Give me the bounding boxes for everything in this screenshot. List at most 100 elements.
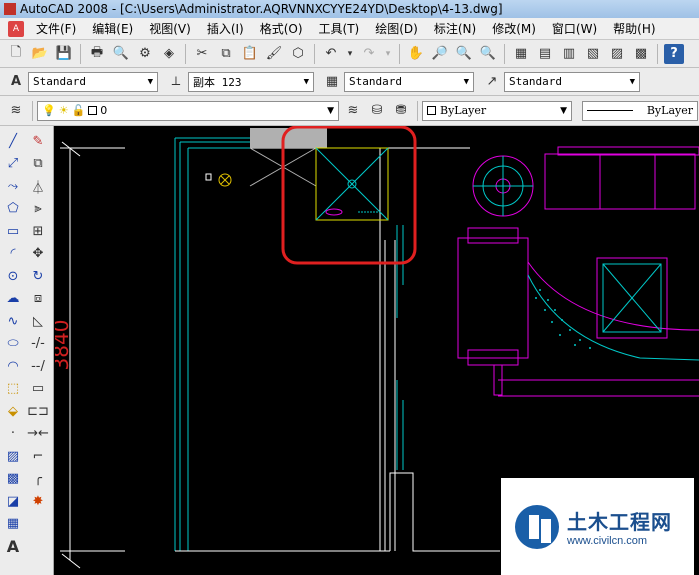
dim-style-value: 副本 123 — [193, 75, 242, 89]
break-at-point-icon[interactable]: ▭ — [27, 378, 49, 400]
ellipse-arc-icon[interactable]: ◠ — [2, 355, 24, 377]
help-icon[interactable]: ? — [664, 43, 684, 64]
circle-icon[interactable]: ⊙ — [2, 265, 24, 287]
linetype-value: ByLayer — [646, 104, 693, 117]
layer-state-icon[interactable]: ⛃ — [391, 101, 411, 121]
cut-icon[interactable]: ✂ — [192, 44, 212, 64]
tool-palettes-icon[interactable]: ▥ — [559, 44, 579, 64]
menu-draw[interactable]: 绘图(D) — [367, 20, 426, 37]
3d-dwf-icon[interactable]: ◈ — [159, 44, 179, 64]
color-combo[interactable]: ByLayer ▼ — [422, 100, 572, 121]
polygon-icon[interactable]: ⬠ — [2, 198, 24, 220]
layer-previous-icon[interactable]: ⛁ — [367, 101, 387, 121]
redo-dropdown-icon[interactable]: ▾ — [383, 44, 393, 64]
redo-icon[interactable]: ↷ — [359, 44, 379, 64]
zoom-previous-icon[interactable]: 🔍 — [478, 44, 498, 64]
move-icon[interactable]: ✥ — [27, 243, 49, 265]
new-icon[interactable]: 🗋 — [6, 44, 26, 64]
join-icon[interactable]: →← — [27, 423, 49, 445]
point-icon[interactable]: · — [2, 423, 24, 445]
markup-icon[interactable]: ▨ — [607, 44, 627, 64]
region-icon[interactable]: ◪ — [2, 490, 24, 512]
rectangle-icon[interactable]: ▭ — [2, 220, 24, 242]
block-editor-icon[interactable]: ⬡ — [288, 44, 308, 64]
menu-window[interactable]: 窗口(W) — [544, 20, 605, 37]
mirror-icon[interactable]: ⏃ — [27, 175, 49, 197]
open-icon[interactable]: 📂 — [30, 44, 50, 64]
make-block-icon[interactable]: ⬙ — [2, 400, 24, 422]
construction-line-icon[interactable]: ⤢ — [2, 153, 24, 175]
chevron-down-icon: ▼ — [629, 76, 635, 87]
rug-dots — [535, 289, 591, 349]
cabinet-block — [249, 147, 389, 221]
table-icon[interactable]: ▦ — [2, 513, 24, 535]
chamfer-icon[interactable]: ⌐ — [27, 445, 49, 467]
menu-help[interactable]: 帮助(H) — [605, 20, 663, 37]
calculator-icon[interactable]: ▩ — [631, 44, 651, 64]
menu-file[interactable]: 文件(F) — [28, 20, 84, 37]
text-style-value: Standard — [33, 75, 86, 88]
pan-icon[interactable]: ✋ — [406, 44, 426, 64]
menu-format[interactable]: 格式(O) — [252, 20, 311, 37]
trim-icon[interactable]: -/- — [27, 333, 49, 355]
multileader-style-icon[interactable]: ↗ — [482, 72, 502, 92]
polyline-icon[interactable]: ⤳ — [2, 175, 24, 197]
zoom-realtime-icon[interactable]: 🔎 — [430, 44, 450, 64]
save-icon[interactable]: 💾 — [54, 44, 74, 64]
multileader-style-combo[interactable]: Standard ▼ — [504, 71, 640, 92]
undo-dropdown-icon[interactable]: ▾ — [345, 44, 355, 64]
dim-style-combo[interactable]: 副本 123 ▼ — [188, 71, 314, 92]
layer-manager-icon[interactable]: ≋ — [6, 101, 26, 121]
separator — [32, 100, 33, 121]
menu-modify[interactable]: 修改(M) — [484, 20, 544, 37]
chevron-down-icon: ▼ — [147, 76, 153, 87]
menu-insert[interactable]: 插入(I) — [199, 20, 252, 37]
extend-icon[interactable]: --/ — [27, 355, 49, 377]
ellipse-icon[interactable]: ⬭ — [2, 333, 24, 355]
document-icon[interactable]: A — [8, 20, 24, 37]
make-current-icon[interactable]: ≋ — [343, 101, 363, 121]
undo-icon[interactable]: ↶ — [321, 44, 341, 64]
text-style-icon[interactable]: A — [6, 72, 26, 92]
properties-icon[interactable]: ▦ — [511, 44, 531, 64]
multileader-style-value: Standard — [509, 75, 562, 88]
gradient-icon[interactable]: ▩ — [2, 468, 24, 490]
hatch-icon[interactable]: ▨ — [2, 445, 24, 467]
copy-icon[interactable]: ⧉ — [216, 44, 236, 64]
fillet-icon[interactable]: ╭ — [27, 468, 49, 490]
plot-preview-icon[interactable]: 🔍 — [111, 44, 131, 64]
menu-edit[interactable]: 编辑(E) — [84, 20, 141, 37]
match-properties-icon[interactable]: 🖌 — [264, 44, 284, 64]
text-style-combo[interactable]: Standard ▼ — [28, 71, 158, 92]
multiline-text-icon[interactable]: A — [2, 535, 24, 557]
spline-icon[interactable]: ∿ — [2, 310, 24, 332]
copy-object-icon[interactable]: ⧉ — [27, 153, 49, 175]
explode-icon[interactable]: ✸ — [27, 490, 49, 512]
menu-view[interactable]: 视图(V) — [141, 20, 199, 37]
rotate-icon[interactable]: ↻ — [27, 265, 49, 287]
erase-icon[interactable]: ✎ — [27, 130, 49, 152]
line-icon[interactable]: ╱ — [2, 130, 24, 152]
stretch-icon[interactable]: ◺ — [27, 310, 49, 332]
table-style-combo[interactable]: Standard ▼ — [344, 71, 474, 92]
revision-cloud-icon[interactable]: ☁ — [2, 288, 24, 310]
paste-icon[interactable]: 📋 — [240, 44, 260, 64]
linetype-combo[interactable]: ByLayer — [582, 100, 698, 121]
arc-icon[interactable]: ◜ — [2, 243, 24, 265]
menu-dimension[interactable]: 标注(N) — [426, 20, 484, 37]
insert-block-icon[interactable]: ⬚ — [2, 378, 24, 400]
layer-combo[interactable]: 💡 ☀ 🔓 0 ▼ — [37, 100, 339, 121]
break-icon[interactable]: ⊏⊐ — [27, 400, 49, 422]
table-style-icon[interactable]: ▦ — [322, 72, 342, 92]
zoom-window-icon[interactable]: 🔍 — [454, 44, 474, 64]
logo-url: www.civilcn.com — [567, 535, 648, 547]
publish-icon[interactable]: ⚙ — [135, 44, 155, 64]
scale-icon[interactable]: ⧈ — [27, 288, 49, 310]
dim-style-icon[interactable]: ⟂ — [166, 72, 186, 92]
array-icon[interactable]: ⊞ — [27, 220, 49, 242]
sheet-set-icon[interactable]: ▧ — [583, 44, 603, 64]
menu-tools[interactable]: 工具(T) — [311, 20, 368, 37]
offset-icon[interactable]: ⫸ — [27, 198, 49, 220]
print-icon[interactable]: 🖶 — [87, 44, 107, 64]
design-center-icon[interactable]: ▤ — [535, 44, 555, 64]
